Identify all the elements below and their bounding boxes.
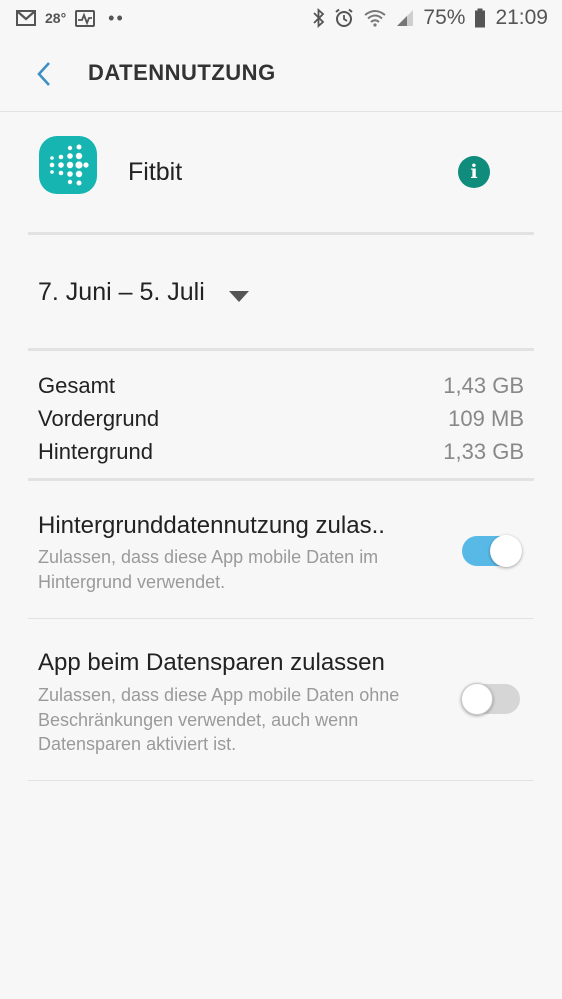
usage-value: 1,43 GB xyxy=(443,372,524,398)
fitbit-logo-icon xyxy=(39,136,97,194)
info-icon: i xyxy=(470,161,478,183)
status-bar: 28° •• 75% 21:09 xyxy=(0,0,562,36)
setting-background-data[interactable]: Hintergrunddatennutzung zulas.. Zulassen… xyxy=(0,481,562,618)
data-saver-toggle[interactable] xyxy=(461,683,520,715)
toggle-knob xyxy=(490,535,522,567)
setting-title: App beim Datensparen zulassen xyxy=(38,649,385,676)
date-range-label: 7. Juni – 5. Juli xyxy=(38,278,205,306)
chevron-left-icon xyxy=(37,62,50,86)
usage-summary: Gesamt 1,43 GB Vordergrund 109 MB Hinter… xyxy=(0,351,562,478)
usage-label: Gesamt xyxy=(38,372,116,398)
status-bar-left: 28° •• xyxy=(16,8,125,29)
usage-value: 109 MB xyxy=(448,405,524,431)
setting-title: Hintergrunddatennutzung zulas.. xyxy=(38,512,385,539)
date-range-selector[interactable]: 7. Juni – 5. Juli xyxy=(0,235,562,348)
usage-label: Hintergrund xyxy=(38,438,153,464)
usage-row-total: Gesamt 1,43 GB xyxy=(38,369,524,402)
activity-icon xyxy=(75,9,96,27)
page-title: DATENNUTZUNG xyxy=(88,60,276,85)
alarm-icon xyxy=(334,8,354,28)
weather-icon: 28° xyxy=(45,10,66,26)
clock: 21:09 xyxy=(495,6,548,29)
usage-row-foreground: Vordergrund 109 MB xyxy=(38,402,524,435)
app-name: Fitbit xyxy=(128,158,183,186)
usage-row-background: Hintergrund 1,33 GB xyxy=(38,435,524,468)
status-bar-right: 75% 21:09 xyxy=(313,6,548,30)
app-info-button[interactable]: i xyxy=(458,156,490,188)
wifi-icon xyxy=(363,9,387,27)
background-data-toggle[interactable] xyxy=(462,535,522,567)
app-header: Fitbit i xyxy=(0,112,562,232)
usage-value: 1,33 GB xyxy=(443,438,524,464)
bluetooth-icon xyxy=(313,8,325,28)
dropdown-triangle-icon xyxy=(229,291,249,302)
notification-dots: •• xyxy=(108,7,125,28)
battery-icon xyxy=(474,8,486,28)
toggle-knob xyxy=(461,683,493,715)
setting-description: Zulassen, dass diese App mobile Daten im… xyxy=(38,547,379,592)
divider xyxy=(28,780,534,781)
setting-data-saver[interactable]: App beim Datensparen zulassen Zulassen, … xyxy=(0,619,562,780)
back-button[interactable] xyxy=(30,60,58,88)
battery-percent: 75% xyxy=(423,6,466,29)
setting-description: Zulassen, dass diese App mobile Daten oh… xyxy=(38,685,400,754)
app-bar: DATENNUTZUNG xyxy=(0,36,562,112)
usage-label: Vordergrund xyxy=(38,405,160,431)
signal-icon xyxy=(396,9,414,27)
temperature-text: 28° xyxy=(45,10,67,26)
gmail-icon xyxy=(16,10,36,26)
